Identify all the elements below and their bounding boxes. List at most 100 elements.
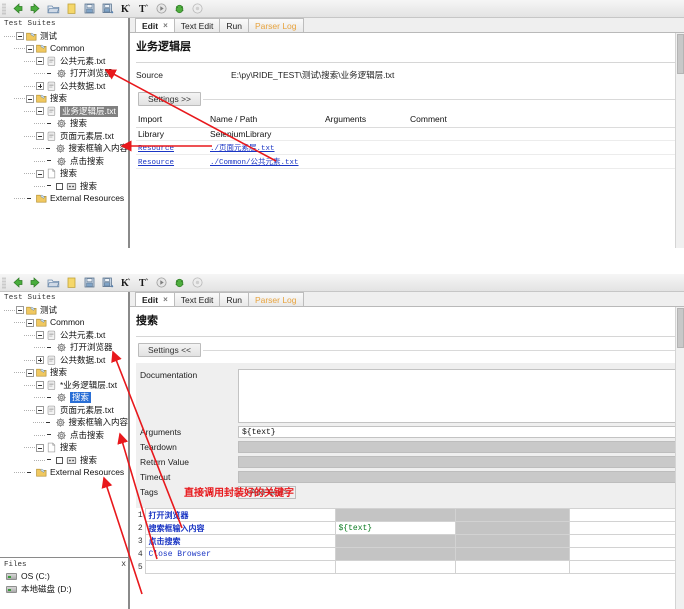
import-link[interactable]: ./Common/公共元素.txt	[210, 159, 299, 167]
debug-icon-bottom[interactable]	[171, 275, 188, 291]
extra-cell[interactable]	[454, 547, 570, 561]
import-args-cell[interactable]	[323, 140, 408, 155]
tree-item-1[interactable]: Common	[4, 317, 128, 330]
tree-expander-6[interactable]	[36, 381, 44, 390]
grid-row[interactable]: 2 搜索框输入内容 ${text}	[136, 521, 684, 535]
tree-expander-5[interactable]	[26, 94, 34, 103]
grid-row[interactable]: 5	[136, 560, 684, 574]
keyword-steps-grid[interactable]: 1 打开浏览器 2 搜索框输入内容 ${text} 3 点击搜索 4 Close Browser…	[136, 508, 684, 574]
tree-item-12[interactable]: 搜索	[4, 454, 128, 467]
tree-item-7[interactable]: 搜索	[4, 118, 128, 131]
editor-scrollbar-top[interactable]	[675, 33, 684, 248]
extra-cell-2[interactable]	[568, 547, 684, 561]
save-icon-bottom[interactable]	[81, 275, 98, 291]
tree-item-8[interactable]: 页面元素层.txt	[4, 404, 128, 417]
tab-run[interactable]: Run	[219, 292, 249, 306]
tree-expander-1[interactable]	[26, 318, 34, 327]
tree-item-4[interactable]: 公共数据.txt	[4, 80, 128, 93]
save-all-icon-bottom[interactable]	[99, 275, 116, 291]
forward-arrow-icon[interactable]	[27, 1, 44, 17]
testcase-checkbox[interactable]	[56, 456, 63, 464]
editor-tabs-top[interactable]: Edit × Text Edit Run Parser Log	[130, 18, 684, 33]
imports-row[interactable]: Resource ./Common/公共元素.txt	[136, 154, 684, 169]
keyword-cell[interactable]	[144, 560, 336, 574]
extra-cell-2[interactable]	[568, 534, 684, 548]
tree-item-8[interactable]: 页面元素层.txt	[4, 130, 128, 143]
tree-item-2[interactable]: 公共元素.txt	[4, 55, 128, 68]
import-path-cell[interactable]: ./页面元素层.txt	[208, 140, 323, 155]
tree-item-5[interactable]: 搜索	[4, 93, 128, 106]
documentation-field[interactable]	[238, 369, 676, 423]
import-link[interactable]: Resource	[138, 159, 174, 167]
tab-edit[interactable]: Edit ×	[135, 18, 175, 32]
import-comment-cell[interactable]	[408, 154, 684, 169]
tree-item-3[interactable]: 打开浏览器	[4, 342, 128, 355]
extra-cell[interactable]	[454, 521, 570, 535]
settings-toggle-button-bottom[interactable]: Settings <<	[138, 343, 202, 357]
tree-item-0[interactable]: 测试	[4, 30, 128, 43]
tree-expander-11[interactable]	[36, 443, 44, 452]
extra-cell[interactable]	[454, 534, 570, 548]
new-testcase-icon[interactable]: T	[135, 1, 152, 17]
arguments-field[interactable]: ${text}	[238, 426, 676, 438]
back-arrow-icon[interactable]	[9, 1, 26, 17]
stop-icon[interactable]	[189, 1, 206, 17]
tab-edit[interactable]: Edit ×	[135, 292, 175, 306]
tree-item-13[interactable]: External Resources	[4, 193, 128, 206]
editor-tabs-bottom[interactable]: Edit × Text Edit Run Parser Log	[130, 292, 684, 307]
tab-text-edit[interactable]: Text Edit	[173, 292, 221, 306]
forward-arrow-icon-bottom[interactable]	[27, 275, 44, 291]
open-folder-icon-bottom[interactable]	[45, 275, 62, 291]
tree-item-11[interactable]: 搜索	[4, 168, 128, 181]
debug-icon[interactable]	[171, 1, 188, 17]
imports-row[interactable]: Library SeleniumLibrary	[136, 127, 684, 141]
run-icon-bottom[interactable]	[153, 275, 170, 291]
import-link[interactable]: ./页面元素层.txt	[210, 145, 275, 153]
tree-expander-8[interactable]	[36, 406, 44, 415]
tree-item-12[interactable]: 搜索	[4, 180, 128, 193]
back-arrow-icon-bottom[interactable]	[9, 275, 26, 291]
stop-icon-bottom[interactable]	[189, 275, 206, 291]
settings-toggle-button-top[interactable]: Settings >>	[138, 92, 202, 106]
toolbar-grip[interactable]	[2, 2, 6, 15]
run-icon[interactable]	[153, 1, 170, 17]
import-comment-cell[interactable]	[408, 127, 684, 141]
tree-expander-2[interactable]	[36, 57, 44, 66]
grid-row[interactable]: 1 打开浏览器	[136, 508, 684, 522]
close-icon[interactable]: ×	[163, 295, 168, 304]
tree-item-7[interactable]: 搜索	[4, 392, 128, 405]
tree-item-0[interactable]: 测试	[4, 304, 128, 317]
tree-expander-11[interactable]	[36, 169, 44, 178]
open-folder-icon[interactable]	[45, 1, 62, 17]
tree-expander-2[interactable]	[36, 331, 44, 340]
tree-item-10[interactable]: 点击搜索	[4, 155, 128, 168]
argument-cell[interactable]	[334, 560, 456, 574]
new-keyword-icon-bottom[interactable]: K	[117, 275, 134, 291]
keyword-cell[interactable]: 点击搜索	[144, 534, 336, 548]
extra-cell[interactable]	[454, 560, 570, 574]
files-list[interactable]: OS (C:) 本地磁盘 (D:)	[0, 570, 128, 596]
keyword-cell[interactable]: Close Browser	[144, 547, 336, 561]
tree-item-6[interactable]: *业务逻辑层.txt	[4, 379, 128, 392]
tree-item-3[interactable]: 打开浏览器	[4, 68, 128, 81]
tree-item-9[interactable]: 搜索框输入内容	[4, 143, 128, 156]
extra-cell-2[interactable]	[568, 521, 684, 535]
tree-item-11[interactable]: 搜索	[4, 442, 128, 455]
tree-expander-4[interactable]	[36, 356, 44, 365]
keyword-cell[interactable]: 搜索框输入内容	[144, 521, 336, 535]
scrollbar-thumb[interactable]	[677, 34, 684, 74]
extra-cell[interactable]	[454, 508, 570, 522]
tree-item-1[interactable]: Common	[4, 43, 128, 56]
tree-item-4[interactable]: 公共数据.txt	[4, 354, 128, 367]
save-icon[interactable]	[81, 1, 98, 17]
keyword-cell[interactable]: 打开浏览器	[144, 508, 336, 522]
new-file-icon-bottom[interactable]	[63, 275, 80, 291]
tree-item-2[interactable]: 公共元素.txt	[4, 329, 128, 342]
grid-row[interactable]: 3 点击搜索	[136, 534, 684, 548]
tree-expander-6[interactable]	[36, 107, 44, 116]
scrollbar-thumb-bottom[interactable]	[677, 308, 684, 348]
tree-item-9[interactable]: 搜索框输入内容	[4, 417, 128, 430]
file-item[interactable]: OS (C:)	[0, 570, 128, 582]
import-type-cell[interactable]: Resource	[136, 154, 208, 169]
add-new-tag-button[interactable]: <Add New>	[238, 486, 296, 499]
